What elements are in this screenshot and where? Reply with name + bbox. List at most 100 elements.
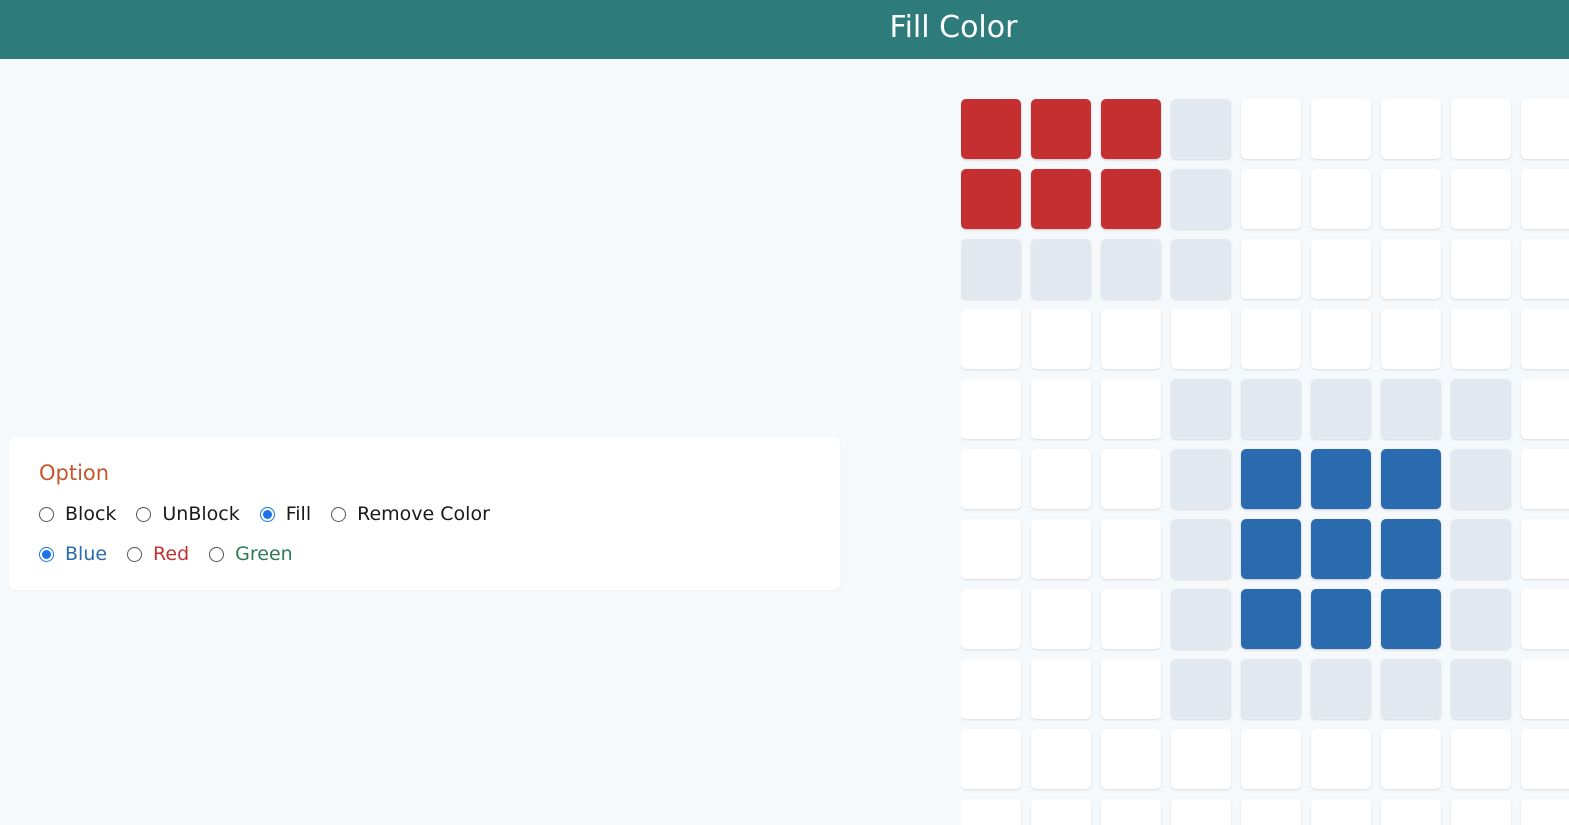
grid-cell[interactable] xyxy=(1311,239,1371,299)
grid-cell-blocked[interactable] xyxy=(1031,239,1091,299)
grid-cell-blocked[interactable] xyxy=(1241,659,1301,719)
grid-cell[interactable] xyxy=(1171,309,1231,369)
grid-cell[interactable] xyxy=(1521,239,1569,299)
grid-cell[interactable] xyxy=(1521,589,1569,649)
grid-cell[interactable] xyxy=(1031,799,1091,825)
grid-cell[interactable] xyxy=(1101,519,1161,579)
remove-color-radio[interactable] xyxy=(331,506,347,522)
mode-option-block[interactable]: Block xyxy=(39,503,116,525)
grid-cell[interactable] xyxy=(961,449,1021,509)
color-option-green[interactable]: Green xyxy=(209,543,293,565)
grid-cell[interactable] xyxy=(1521,309,1569,369)
grid-cell-blocked[interactable] xyxy=(1451,659,1511,719)
grid-cell[interactable] xyxy=(1521,449,1569,509)
grid-cell[interactable] xyxy=(961,379,1021,439)
green-radio[interactable] xyxy=(209,546,225,562)
grid-cell-blue[interactable] xyxy=(1241,449,1301,509)
grid-cell[interactable] xyxy=(1031,379,1091,439)
grid-cell[interactable] xyxy=(961,729,1021,789)
grid-cell[interactable] xyxy=(1311,309,1371,369)
color-option-red[interactable]: Red xyxy=(127,543,189,565)
grid-cell[interactable] xyxy=(961,589,1021,649)
grid-cell[interactable] xyxy=(1521,379,1569,439)
grid-cell[interactable] xyxy=(1031,519,1091,579)
grid-cell[interactable] xyxy=(1241,169,1301,229)
grid-cell-blue[interactable] xyxy=(1311,589,1371,649)
grid-cell-red[interactable] xyxy=(961,99,1021,159)
grid-cell[interactable] xyxy=(1241,729,1301,789)
grid-cell[interactable] xyxy=(1451,799,1511,825)
grid-cell-blocked[interactable] xyxy=(1171,169,1231,229)
grid-cell[interactable] xyxy=(1451,99,1511,159)
grid-cell[interactable] xyxy=(1101,379,1161,439)
grid-cell[interactable] xyxy=(1381,239,1441,299)
fill-radio[interactable] xyxy=(259,506,275,522)
grid-cell-red[interactable] xyxy=(1101,169,1161,229)
grid-cell-red[interactable] xyxy=(1031,169,1091,229)
grid-cell-blocked[interactable] xyxy=(1171,449,1231,509)
mode-option-unblock[interactable]: UnBlock xyxy=(136,503,240,525)
grid-cell-blocked[interactable] xyxy=(1171,589,1231,649)
grid-cell[interactable] xyxy=(1241,309,1301,369)
grid-cell-blocked[interactable] xyxy=(1381,379,1441,439)
grid-cell-blocked[interactable] xyxy=(1171,239,1231,299)
grid-cell-blocked[interactable] xyxy=(1171,99,1231,159)
grid-cell[interactable] xyxy=(1381,309,1441,369)
grid-cell[interactable] xyxy=(1031,309,1091,369)
grid-cell[interactable] xyxy=(1101,729,1161,789)
grid-cell[interactable] xyxy=(961,309,1021,369)
grid-cell-blue[interactable] xyxy=(1381,519,1441,579)
grid-cell[interactable] xyxy=(1521,169,1569,229)
grid-cell-blue[interactable] xyxy=(1381,589,1441,649)
grid-cell[interactable] xyxy=(1521,519,1569,579)
grid-cell[interactable] xyxy=(1171,799,1231,825)
red-radio[interactable] xyxy=(127,546,143,562)
grid-cell-blocked[interactable] xyxy=(1241,379,1301,439)
grid-cell[interactable] xyxy=(1101,449,1161,509)
grid-cell-blocked[interactable] xyxy=(1311,379,1371,439)
grid-cell[interactable] xyxy=(1031,659,1091,719)
grid-cell-red[interactable] xyxy=(1031,99,1091,159)
grid-cell-red[interactable] xyxy=(1101,99,1161,159)
grid-cell-blue[interactable] xyxy=(1381,449,1441,509)
grid-cell[interactable] xyxy=(1311,729,1371,789)
grid-cell[interactable] xyxy=(1451,729,1511,789)
grid-cell[interactable] xyxy=(1311,799,1371,825)
grid-cell[interactable] xyxy=(1521,99,1569,159)
grid-cell-blocked[interactable] xyxy=(1451,519,1511,579)
grid-cell-blue[interactable] xyxy=(1241,589,1301,649)
block-radio[interactable] xyxy=(39,506,54,522)
grid-cell[interactable] xyxy=(961,799,1021,825)
color-option-blue[interactable]: Blue xyxy=(39,543,107,565)
grid-cell-blocked[interactable] xyxy=(1451,589,1511,649)
grid-cell[interactable] xyxy=(1241,799,1301,825)
grid-cell[interactable] xyxy=(1241,239,1301,299)
blue-radio[interactable] xyxy=(39,546,54,562)
grid-cell[interactable] xyxy=(1311,99,1371,159)
grid-cell-red[interactable] xyxy=(961,169,1021,229)
grid-cell[interactable] xyxy=(1311,169,1371,229)
grid-cell-blocked[interactable] xyxy=(1451,449,1511,509)
grid-cell[interactable] xyxy=(1101,799,1161,825)
grid-cell[interactable] xyxy=(1381,729,1441,789)
grid-cell[interactable] xyxy=(1241,99,1301,159)
grid-cell[interactable] xyxy=(1171,729,1231,789)
grid-cell[interactable] xyxy=(961,659,1021,719)
grid-cell-blocked[interactable] xyxy=(1171,379,1231,439)
grid-cell-blocked[interactable] xyxy=(1311,659,1371,719)
grid-cell[interactable] xyxy=(1451,309,1511,369)
grid-cell-blocked[interactable] xyxy=(1381,659,1441,719)
mode-option-fill[interactable]: Fill xyxy=(259,503,311,525)
grid-cell-blocked[interactable] xyxy=(1101,239,1161,299)
grid-cell-blocked[interactable] xyxy=(1171,659,1231,719)
grid-cell-blocked[interactable] xyxy=(961,239,1021,299)
unblock-radio[interactable] xyxy=(136,506,152,522)
mode-option-remove-color[interactable]: Remove Color xyxy=(331,503,490,525)
grid-cell-blue[interactable] xyxy=(1311,519,1371,579)
grid-cell[interactable] xyxy=(1451,239,1511,299)
grid-cell[interactable] xyxy=(1521,659,1569,719)
grid-cell[interactable] xyxy=(1031,589,1091,649)
grid-cell[interactable] xyxy=(1101,589,1161,649)
grid-cell-blocked[interactable] xyxy=(1451,379,1511,439)
grid-cell[interactable] xyxy=(1381,169,1441,229)
